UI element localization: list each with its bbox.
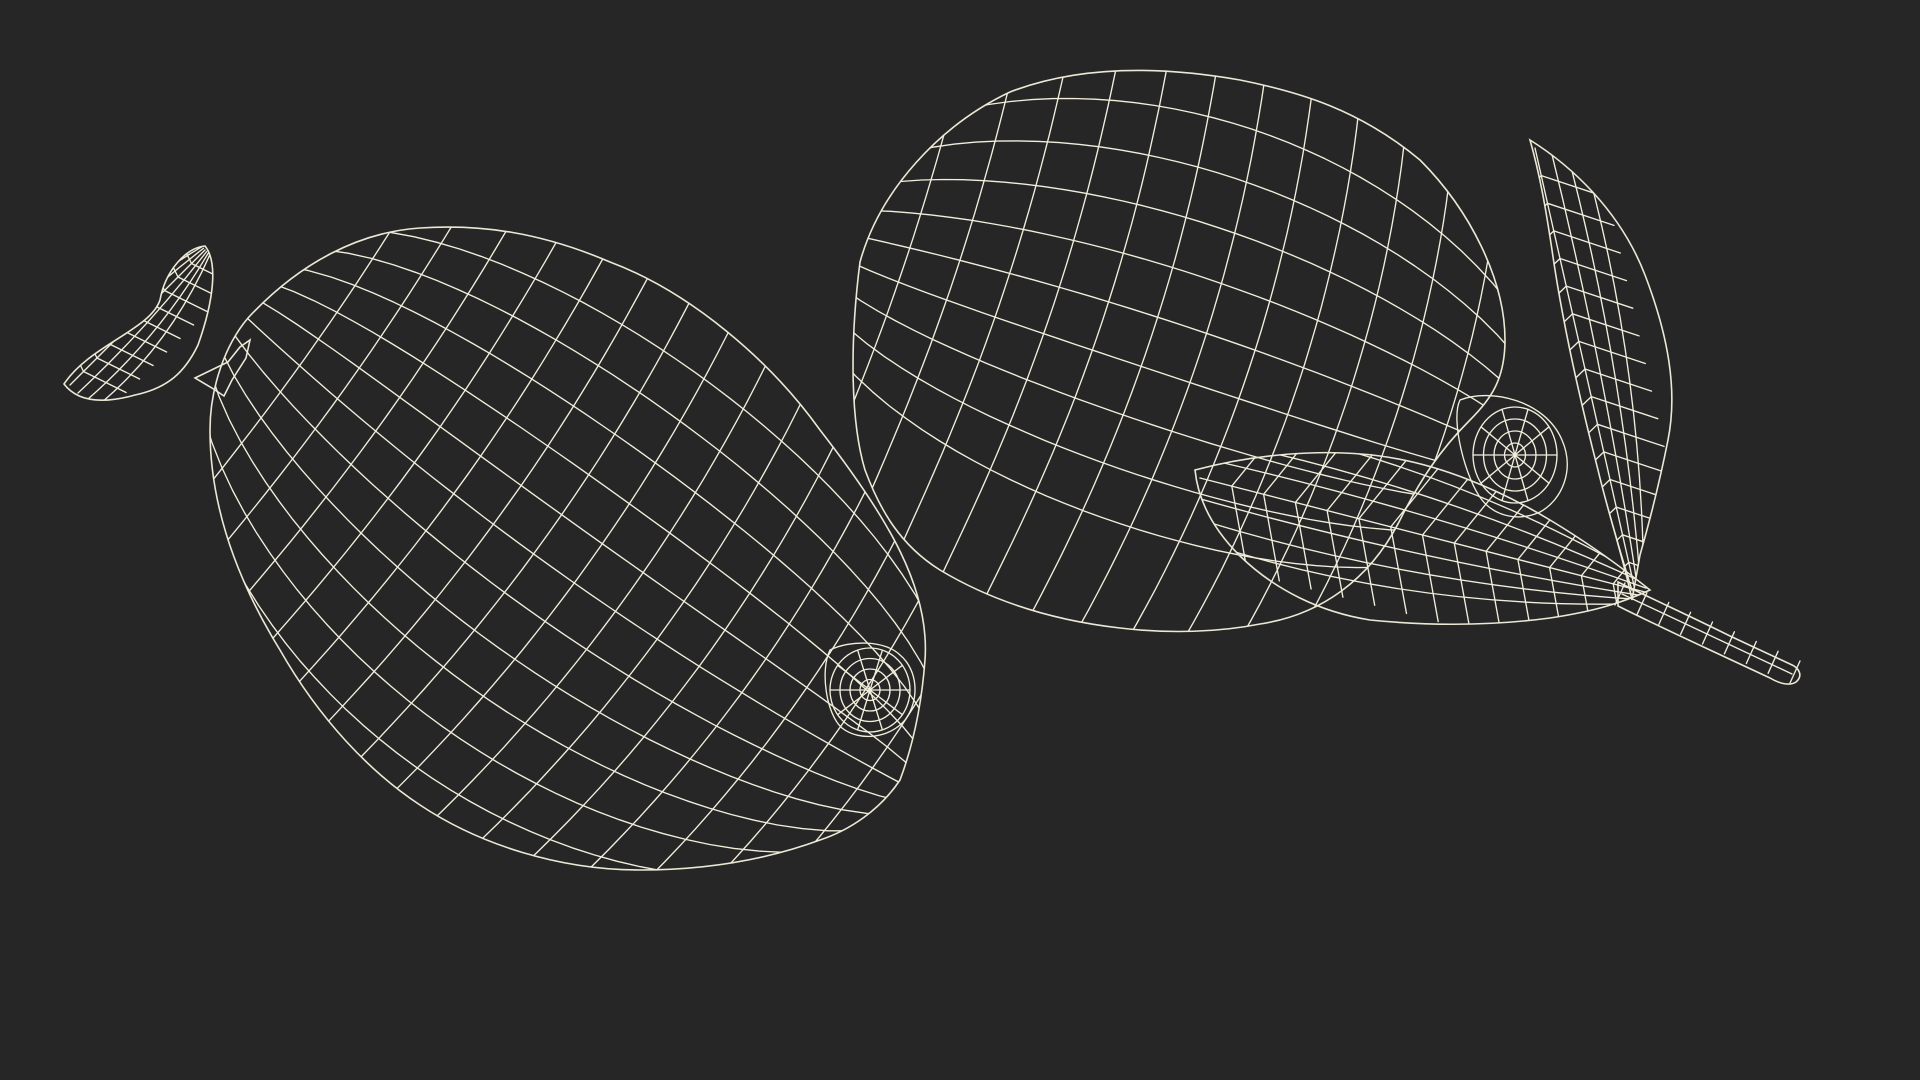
wireframe-viewport[interactable]	[0, 0, 1920, 1080]
viewport-background	[0, 0, 1920, 1080]
